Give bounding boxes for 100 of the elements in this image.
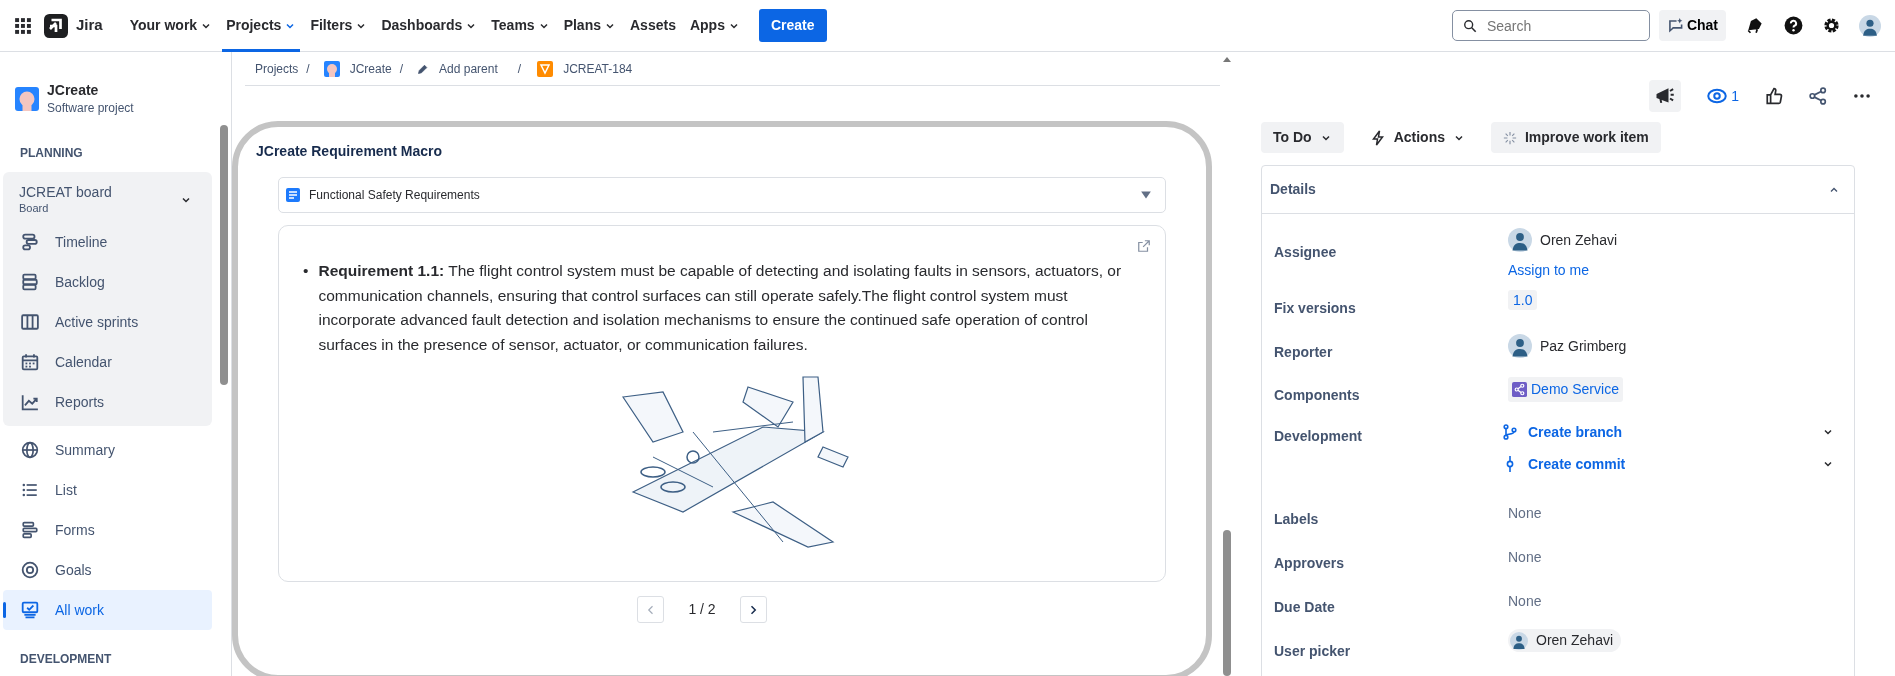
- actions-dropdown[interactable]: Actions: [1357, 122, 1477, 153]
- sidebar-item[interactable]: Forms: [3, 510, 212, 550]
- project-avatar-icon: [15, 87, 39, 111]
- sidebar-item[interactable]: Active sprints: [3, 302, 212, 342]
- app-switcher-icon[interactable]: [14, 16, 32, 35]
- avatar-icon: [1508, 334, 1532, 358]
- breadcrumb-link[interactable]: Add parent: [439, 59, 498, 78]
- project-avatar-icon: [323, 60, 340, 77]
- avatar-icon: [1510, 631, 1528, 650]
- breadcrumb-link[interactable]: JCREAT-184: [563, 59, 633, 78]
- document-icon: [285, 187, 301, 203]
- component-icon: [1512, 382, 1527, 397]
- breadcrumb-separator: /: [517, 60, 522, 78]
- list-icon: [21, 481, 39, 499]
- git-branch-icon: [1502, 424, 1518, 440]
- gear-icon: [1822, 16, 1841, 35]
- field-label: User picker: [1274, 643, 1351, 659]
- search-field[interactable]: Search: [1451, 10, 1650, 41]
- user-name[interactable]: Paz Grimberg: [1540, 335, 1627, 357]
- stacked-bars-icon: [21, 273, 39, 291]
- external-link-icon: [1137, 239, 1151, 253]
- issue-type-icon: [537, 60, 554, 77]
- breadcrumb-separator: /: [399, 60, 404, 78]
- requirement-dropdown[interactable]: Functional Safety Requirements: [278, 177, 1166, 213]
- section-heading: PLANNING: [19, 145, 84, 162]
- avatar-icon: [1508, 228, 1532, 252]
- target-icon: [21, 561, 39, 579]
- more-icon: [1853, 94, 1871, 98]
- details-title[interactable]: Details: [1270, 179, 1316, 200]
- status-dropdown[interactable]: To Do: [1261, 122, 1344, 153]
- help-icon[interactable]: [1784, 16, 1803, 35]
- nav-menu-item[interactable]: Your work: [122, 0, 220, 52]
- scrollbar-thumb[interactable]: [1223, 530, 1231, 676]
- field-label: Components: [1274, 387, 1360, 403]
- sidebar-item[interactable]: Timeline: [3, 222, 212, 262]
- sidebar-item[interactable]: Goals: [3, 550, 212, 590]
- sidebar-item[interactable]: Summary: [3, 430, 212, 470]
- field-value[interactable]: None: [1508, 505, 1542, 521]
- create-button[interactable]: Create: [758, 9, 827, 42]
- brand-name[interactable]: Jira: [76, 14, 103, 37]
- calendar-icon: [21, 353, 39, 371]
- columns-icon: [21, 313, 39, 331]
- field-label: Development: [1274, 428, 1362, 444]
- megaphone-icon: [1655, 86, 1676, 106]
- nav-menu-item[interactable]: Teams: [484, 0, 557, 52]
- board-type: Board: [19, 200, 50, 216]
- timeline-icon: [21, 233, 39, 251]
- breadcrumb-separator: /: [306, 60, 310, 78]
- next-page-button[interactable]: [739, 596, 767, 623]
- nav-menu-item[interactable]: Filters: [303, 0, 375, 52]
- bars-icon: [21, 521, 39, 539]
- assign-to-me-link[interactable]: Assign to me: [1508, 260, 1589, 281]
- scrollbar-thumb[interactable]: [220, 125, 228, 385]
- search-icon: [1462, 19, 1477, 33]
- open-external-icon[interactable]: [1137, 239, 1151, 253]
- field-value[interactable]: None: [1508, 549, 1542, 565]
- chat-icon: [1666, 17, 1684, 34]
- version-tag[interactable]: 1.0: [1508, 290, 1538, 310]
- user-chip[interactable]: Oren Zehavi: [1508, 629, 1622, 652]
- user-name[interactable]: Oren Zehavi: [1540, 229, 1618, 251]
- field-label: Reporter: [1274, 344, 1333, 360]
- component-tag[interactable]: Demo Service: [1508, 377, 1623, 402]
- sidebar-item[interactable]: All work: [3, 590, 212, 630]
- board-name[interactable]: JCREAT board: [19, 183, 112, 200]
- logo-icon: [44, 13, 68, 38]
- pencil-icon: [417, 62, 430, 75]
- nav-menu-item[interactable]: Apps: [682, 0, 747, 52]
- field-label: Assignee: [1274, 244, 1337, 260]
- nav-menu-item[interactable]: Projects: [219, 0, 304, 52]
- improve-button[interactable]: Improve work item: [1490, 122, 1661, 153]
- share-icon: [1809, 87, 1827, 105]
- chat-button[interactable]: Chat: [1658, 10, 1726, 41]
- watch-button[interactable]: 1: [1701, 80, 1745, 112]
- create-link[interactable]: Create branch: [1528, 421, 1812, 443]
- field-label: Due Date: [1274, 599, 1335, 615]
- requirement-text: Requirement 1.1: The flight control system must be capable of detecting and isolating faults in sensors, actuators, or communication channels, ensuring that control surfaces can still operate safely.The flight control system must incorporate advanced fault detection and isolation mechanisms to ensure the continued safe operation of control surfaces in the presence of sensor, actuator, or communication failures.: [318, 261, 1123, 355]
- project-name[interactable]: JCreate: [47, 81, 134, 99]
- bullet: •: [303, 261, 309, 281]
- sidebar-item[interactable]: Reports: [3, 382, 212, 422]
- field-label: Labels: [1274, 511, 1319, 527]
- create-link[interactable]: Create commit: [1528, 453, 1812, 475]
- nav-menu-item[interactable]: Plans: [556, 0, 623, 52]
- breadcrumb-link[interactable]: JCreate: [349, 59, 392, 78]
- field-value[interactable]: None: [1508, 593, 1542, 609]
- chart-icon: [21, 393, 39, 411]
- monitor-icon: [21, 601, 39, 619]
- scroll-up-arrow-icon[interactable]: [1222, 56, 1232, 62]
- sidebar-item[interactable]: Calendar: [3, 342, 212, 382]
- nav-menu-item[interactable]: Dashboards: [374, 0, 485, 52]
- breadcrumb-link[interactable]: Projects: [255, 59, 299, 78]
- field-label: Approvers: [1274, 555, 1345, 571]
- settings-icon[interactable]: [1822, 16, 1841, 35]
- lightning-icon: [1369, 129, 1386, 146]
- nav-menu-item[interactable]: Assets: [623, 0, 683, 52]
- sidebar-item[interactable]: Backlog: [3, 262, 212, 302]
- sidebar-item[interactable]: List: [3, 470, 212, 510]
- announcement-button[interactable]: [1649, 80, 1682, 112]
- project-type: Software project: [47, 99, 134, 117]
- globe-icon: [21, 441, 39, 459]
- question-icon: [1784, 16, 1803, 35]
